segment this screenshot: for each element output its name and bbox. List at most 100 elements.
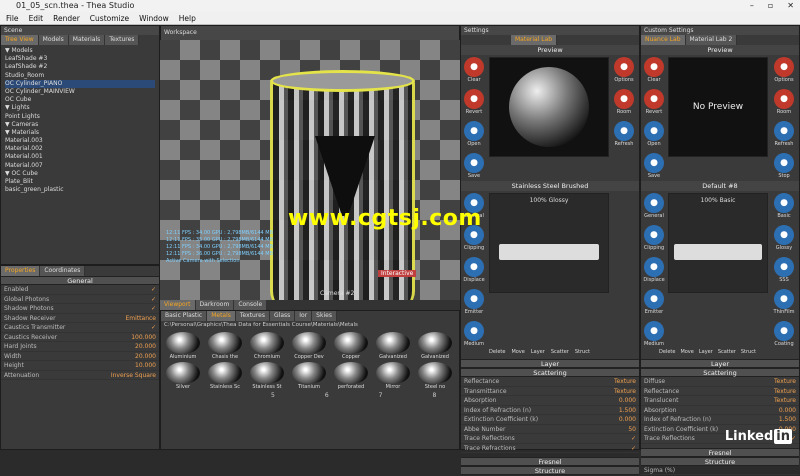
sigma-row[interactable]: Sigma (%)	[641, 466, 799, 476]
material-property-value[interactable]: Texture	[774, 396, 796, 405]
tool-button[interactable]: ●Clear	[644, 57, 664, 83]
layer-button[interactable]: Scatter	[718, 349, 736, 355]
page-number[interactable]: 7	[379, 392, 383, 399]
material-property-value[interactable]: 50	[628, 425, 636, 434]
tab-tree-view[interactable]: Tree View	[1, 35, 39, 45]
property-value[interactable]: Inverse Square	[111, 371, 156, 380]
tool-button[interactable]: ●Stop	[774, 153, 794, 179]
tool-button[interactable]: ●Clear	[464, 57, 484, 83]
material-swatch[interactable]: Titanium	[289, 362, 329, 390]
property-row[interactable]: Hard Joints20.000	[1, 342, 159, 352]
tab-viewport[interactable]: Viewport	[160, 300, 196, 310]
tree-item[interactable]: ▼ Materials	[5, 129, 155, 137]
layer-bar[interactable]	[499, 244, 599, 260]
material-swatch[interactable]: Galvanized	[415, 332, 455, 360]
tool-button[interactable]: ●Save	[644, 153, 664, 179]
library-tab[interactable]: Glass	[270, 311, 295, 321]
layer-button[interactable]: Move	[680, 349, 693, 355]
tree-item[interactable]: ▼ Cameras	[5, 121, 155, 129]
tree-item[interactable]: Material.001	[5, 153, 155, 161]
material-property-value[interactable]: Texture	[774, 377, 796, 386]
property-value[interactable]: 20.000	[135, 342, 156, 351]
tool-button[interactable]: ●Open	[464, 121, 484, 147]
tab-darkroom[interactable]: Darkroom	[196, 300, 235, 310]
tool-button[interactable]: ●SSS	[774, 257, 794, 283]
tool-button[interactable]: ●Displace	[463, 257, 484, 283]
material-property-row[interactable]: ReflectanceTexture	[641, 387, 799, 397]
section-scattering-2[interactable]: Scattering	[641, 368, 799, 377]
material-property-value[interactable]: ✓	[631, 444, 636, 453]
material-swatch[interactable]: perforated	[331, 362, 371, 390]
layer-button[interactable]: Layer	[699, 349, 713, 355]
property-row[interactable]: AttenuationInverse Square	[1, 371, 159, 381]
menu-edit[interactable]: Edit	[29, 12, 44, 24]
tab-nuance-lab[interactable]: Nuance Lab	[641, 35, 686, 45]
section-fresnel[interactable]: Fresnel	[461, 457, 639, 466]
tree-item[interactable]: ▼ Models	[5, 47, 155, 55]
tree-item[interactable]: LeafShade #2	[5, 63, 155, 71]
material-property-row[interactable]: Extinction Coefficient (k)0.000	[461, 415, 639, 425]
material-swatch[interactable]: Aluminium	[163, 332, 203, 360]
material-property-row[interactable]: Abbe Number50	[461, 425, 639, 435]
property-value[interactable]: Emittance	[126, 314, 156, 323]
layer-button[interactable]: Delete	[659, 349, 675, 355]
property-row[interactable]: Caustics Transmitter✓	[1, 323, 159, 333]
tree-item[interactable]: OC Cube	[5, 96, 155, 104]
material-property-value[interactable]: Texture	[614, 377, 636, 386]
tab-textures[interactable]: Textures	[105, 35, 139, 45]
material-property-value[interactable]: Texture	[774, 387, 796, 396]
tool-button[interactable]: ●Revert	[644, 89, 664, 115]
material-property-row[interactable]: Absorption0.000	[641, 406, 799, 416]
material-property-value[interactable]: 0.000	[619, 396, 636, 405]
tool-button[interactable]: ●Medium	[644, 321, 664, 347]
property-value[interactable]: 100.000	[131, 333, 156, 342]
scene-tree[interactable]: ▼ Models LeafShade #3 LeafShade #2 Studi…	[1, 45, 159, 196]
tool-button[interactable]: ●Options	[614, 57, 634, 83]
interactive-badge[interactable]: Interactive	[378, 270, 416, 277]
property-value[interactable]: ✓	[151, 285, 156, 294]
tool-button[interactable]: ●Glossy	[774, 225, 794, 251]
material-property-row[interactable]: Index of Refraction (n)1.500	[461, 406, 639, 416]
section-structure-2[interactable]: Structure	[641, 457, 799, 466]
layer-diagram[interactable]: 100% Glossy	[489, 193, 609, 293]
material-property-row[interactable]: Index of Refraction (n)1.500	[641, 415, 799, 425]
property-row[interactable]: Caustics Receiver100.000	[1, 333, 159, 343]
tree-item[interactable]: basic_green_plastic	[5, 186, 155, 194]
property-value[interactable]: 10.000	[135, 361, 156, 370]
material-swatch[interactable]: Stainless St	[247, 362, 287, 390]
material-swatch[interactable]: Silver	[163, 362, 203, 390]
menu-help[interactable]: Help	[179, 12, 196, 24]
library-tab[interactable]: Metals	[207, 311, 236, 321]
tree-item[interactable]: OC Cylinder_MAINVIEW	[5, 88, 155, 96]
library-tab[interactable]: Basic Plastic	[161, 311, 207, 321]
tool-button[interactable]: ●Refresh	[774, 121, 794, 147]
section-scattering[interactable]: Scattering	[461, 368, 639, 377]
menu-render[interactable]: Render	[53, 12, 80, 24]
material-property-row[interactable]: Trace Refractions✓	[461, 444, 639, 454]
section-layer-2[interactable]: Layer	[641, 359, 799, 368]
tool-button[interactable]: ●Options	[774, 57, 794, 83]
layer-button[interactable]: Delete	[489, 349, 505, 355]
minimize-button[interactable]: –	[750, 0, 754, 12]
material-property-row[interactable]: DiffuseTexture	[641, 377, 799, 387]
material-property-row[interactable]: ReflectanceTexture	[461, 377, 639, 387]
tree-item[interactable]: Material.002	[5, 145, 155, 153]
layer-button[interactable]: Struct	[575, 349, 590, 355]
tool-button[interactable]: ●Save	[464, 153, 484, 179]
material-swatch[interactable]: Stainless Sc	[205, 362, 245, 390]
property-value[interactable]: 20.000	[135, 352, 156, 361]
tool-button[interactable]: ●General	[644, 193, 664, 219]
library-tab[interactable]: Ior	[295, 311, 312, 321]
tool-button[interactable]: ●Revert	[464, 89, 484, 115]
material-property-value[interactable]: 0.000	[619, 415, 636, 424]
property-value[interactable]: ✓	[151, 295, 156, 304]
tab-material-lab[interactable]: Material Lab	[511, 35, 557, 45]
section-layer[interactable]: Layer	[461, 359, 639, 368]
maximize-button[interactable]: ▫	[768, 0, 773, 12]
material-swatch[interactable]: Copper Dev	[289, 332, 329, 360]
page-number[interactable]: 5	[271, 392, 275, 399]
material-property-value[interactable]: 1.500	[779, 415, 796, 424]
tab-coordinates[interactable]: Coordinates	[40, 266, 85, 276]
layer-button[interactable]: Struct	[741, 349, 756, 355]
material-swatch[interactable]: Mirror	[373, 362, 413, 390]
